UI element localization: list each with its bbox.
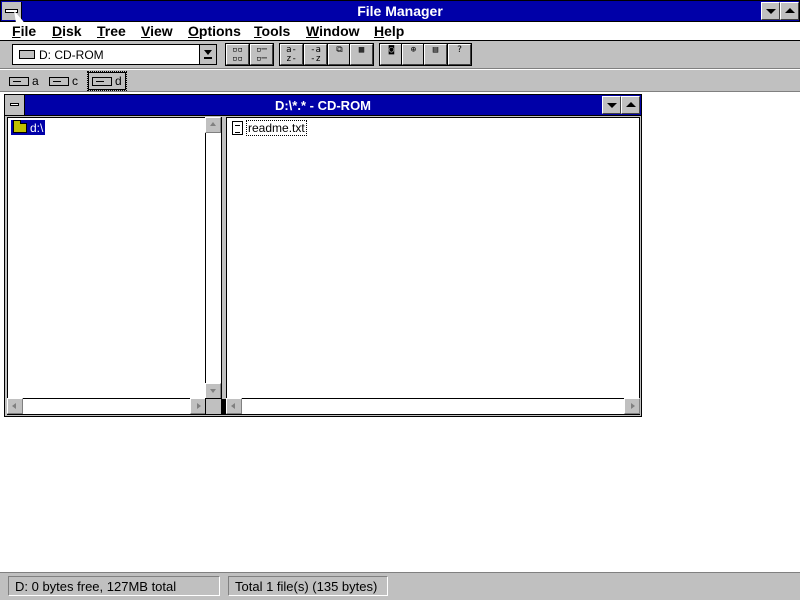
tree-item-label: d:\	[30, 120, 44, 135]
share-icon: ⊕	[410, 45, 417, 55]
directory-window-title: D:\*.* - CD-ROM	[274, 98, 372, 113]
disconnect-network-icon: ▫─ ▫─	[256, 45, 267, 64]
drive-bar: a c d	[0, 70, 800, 92]
drive-select-dropdown-button[interactable]	[199, 45, 216, 64]
drive-c-label: c	[72, 74, 78, 88]
menu-tree[interactable]: Tree	[97, 23, 126, 39]
status-disk-space: D: 0 bytes free, 127MB total	[8, 576, 220, 596]
tree-scroll-down-button[interactable]	[205, 383, 221, 399]
copy-disk-icon: ⧉	[336, 45, 343, 55]
tree-scroll-up-button[interactable]	[205, 117, 221, 133]
drive-d[interactable]: d	[87, 71, 127, 91]
share-button[interactable]: ⊕	[401, 43, 426, 66]
drive-select-value: D: CD-ROM	[39, 48, 104, 62]
menu-file[interactable]: File	[12, 23, 36, 39]
tree-scroll-right-button[interactable]	[190, 398, 206, 414]
menu-window[interactable]: Window	[306, 23, 360, 39]
menu-bar: File Disk Tree View Options Tools Window…	[0, 22, 800, 41]
menu-help[interactable]: Help	[374, 23, 404, 39]
directory-tree-pane[interactable]: d:\	[7, 117, 222, 415]
directory-window-minimize-button[interactable]	[602, 96, 621, 114]
connect-network-button[interactable]: ▫▫ ▫▫	[225, 43, 250, 66]
maximize-button[interactable]	[780, 2, 799, 20]
sort-by-name-icon: a-z-	[286, 45, 297, 64]
drive-a-label: a	[32, 74, 39, 88]
view-details-icon: ▦	[358, 45, 365, 55]
menu-tools[interactable]: Tools	[254, 23, 290, 39]
menu-view[interactable]: View	[141, 23, 173, 39]
tree-horizontal-scrollbar[interactable]	[7, 398, 221, 414]
file-list-item[interactable]: readme.txt	[232, 119, 307, 136]
floppy-drive-icon	[9, 76, 29, 86]
drive-c[interactable]: c	[46, 72, 81, 90]
menu-disk[interactable]: Disk	[52, 23, 82, 39]
menu-options[interactable]: Options	[188, 23, 241, 39]
disconnect-network-button[interactable]: ▫─ ▫─	[249, 43, 274, 66]
maximize-icon	[785, 8, 795, 13]
disk-icon: ◙	[388, 45, 395, 55]
text-file-icon	[232, 120, 243, 135]
window-title: File Manager	[357, 3, 443, 19]
file-horizontal-scrollbar[interactable]	[226, 398, 640, 414]
tree-vertical-scrollbar[interactable]	[205, 117, 221, 399]
hard-drive-icon	[49, 76, 69, 86]
arrow-right-icon	[197, 403, 201, 409]
directory-window-maximize-button[interactable]	[621, 96, 640, 114]
file-list-pane[interactable]: readme.txt	[226, 117, 640, 415]
sort-by-type-button[interactable]: -a -z	[303, 43, 328, 66]
minimize-icon	[607, 103, 617, 108]
sort-by-name-button[interactable]: a-z-	[279, 43, 304, 66]
tree-scroll-corner	[205, 398, 221, 414]
stop-sharing-button[interactable]: ▤	[423, 43, 448, 66]
status-bar: D: 0 bytes free, 127MB total Total 1 fil…	[0, 572, 800, 600]
context-help-icon: ?	[456, 45, 463, 55]
copy-disk-button[interactable]: ⧉	[327, 43, 352, 66]
arrow-left-icon	[12, 403, 16, 409]
drive-a[interactable]: a	[6, 72, 42, 90]
chevron-down-icon	[204, 50, 212, 55]
dropdown-underline	[204, 57, 212, 59]
title-bar[interactable]: File Manager	[0, 0, 800, 22]
arrow-right-icon	[631, 403, 635, 409]
minimize-icon	[766, 9, 776, 14]
cdrom-drive-icon	[19, 50, 35, 59]
cdrom-drive-icon	[92, 76, 112, 86]
toolbar: D: CD-ROM ▫▫ ▫▫ ▫─ ▫─ a-z- -a -z ⧉ ▦ ◙ ⊕ ▤ …	[0, 41, 800, 69]
directory-window[interactable]: D:\*.* - CD-ROM d:\ readme.txt	[4, 94, 642, 417]
file-scroll-right-button[interactable]	[624, 398, 640, 414]
directory-window-title-bar[interactable]: D:\*.* - CD-ROM	[5, 95, 641, 116]
tree-item[interactable]: d:\	[11, 119, 46, 135]
tree-scroll-left-button[interactable]	[7, 398, 23, 414]
minimize-button[interactable]	[761, 2, 780, 20]
status-file-count: Total 1 file(s) (135 bytes)	[228, 576, 388, 596]
connect-network-icon: ▫▫ ▫▫	[232, 45, 243, 64]
sort-by-type-icon: -a -z	[310, 45, 321, 64]
view-details-button[interactable]: ▦	[349, 43, 374, 66]
open-folder-icon	[13, 119, 27, 133]
drive-d-label: d	[115, 74, 122, 88]
maximize-icon	[626, 102, 636, 107]
disk-button[interactable]: ◙	[379, 43, 404, 66]
arrow-down-icon	[210, 389, 216, 393]
stop-sharing-icon: ▤	[432, 45, 439, 55]
drive-select[interactable]: D: CD-ROM	[12, 44, 217, 65]
file-list-item-label: readme.txt	[246, 119, 307, 136]
arrow-up-icon	[210, 122, 216, 126]
file-scroll-left-button[interactable]	[226, 398, 242, 414]
context-help-button[interactable]: ?	[447, 43, 472, 66]
arrow-left-icon	[231, 403, 235, 409]
